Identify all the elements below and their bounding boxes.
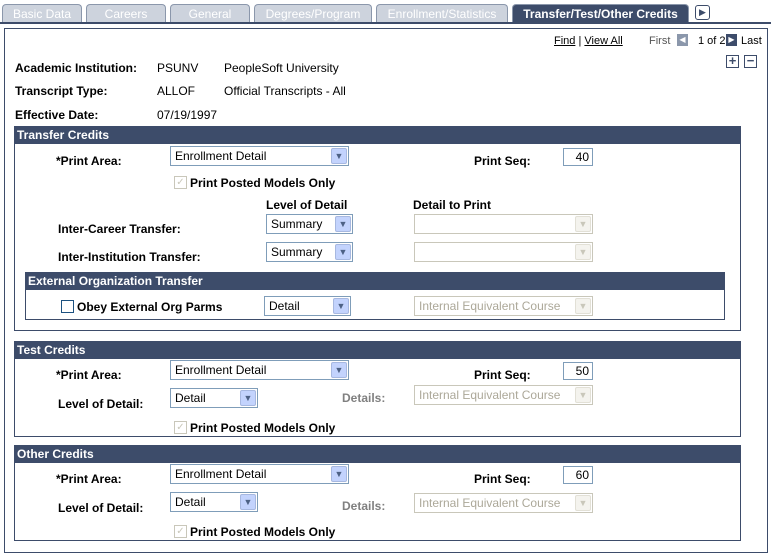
- add-row-icon[interactable]: +: [726, 54, 739, 68]
- nav-separator: |: [578, 35, 582, 47]
- other-posted-models-checkbox[interactable]: ✓: [174, 525, 187, 538]
- test-print-seq-label: Print Seq:: [474, 368, 531, 382]
- transfer-credits-header: Transfer Credits: [15, 127, 740, 144]
- chevron-down-icon: ▼: [335, 216, 351, 232]
- other-details-label: Details:: [342, 499, 386, 513]
- inter-career-label: Inter-Career Transfer:: [58, 222, 181, 236]
- transfer-posted-models-checkbox[interactable]: ✓: [174, 176, 187, 189]
- tab-transfer-test-other-credits[interactable]: Transfer/Test/Other Credits: [512, 4, 689, 23]
- inter-career-detail-select[interactable]: ▼: [414, 214, 593, 234]
- previous-arrow-icon[interactable]: ◀: [677, 34, 688, 46]
- tab-enrollment-statistics[interactable]: Enrollment/Statistics: [376, 4, 508, 23]
- chevron-down-icon: ▼: [240, 494, 256, 510]
- chevron-down-icon: ▼: [331, 362, 347, 378]
- test-details-value: Internal Equivalent Course: [419, 388, 561, 402]
- transfer-print-area-select[interactable]: Enrollment Detail ▼: [170, 146, 349, 166]
- chevron-down-icon: ▼: [575, 387, 591, 403]
- test-print-area-select[interactable]: Enrollment Detail ▼: [170, 360, 349, 380]
- inter-career-level-select[interactable]: Summary ▼: [266, 214, 353, 234]
- tab-scroll-right-icon[interactable]: ▶: [695, 5, 710, 20]
- test-print-area-label: *Print Area:: [56, 368, 122, 382]
- test-posted-models-label: Print Posted Models Only: [190, 421, 336, 435]
- other-print-seq-label: Print Seq:: [474, 472, 531, 486]
- other-credits-section: Other Credits: [14, 445, 741, 541]
- external-org-level-select[interactable]: Detail ▼: [264, 296, 351, 316]
- tab-underline: [0, 22, 771, 24]
- other-level-label: Level of Detail:: [58, 501, 144, 515]
- test-credits-header: Test Credits: [15, 342, 740, 359]
- chevron-down-icon: ▼: [335, 244, 351, 260]
- level-of-detail-header: Level of Detail: [266, 198, 348, 212]
- chevron-down-icon: ▼: [333, 298, 349, 314]
- other-details-value: Internal Equivalent Course: [419, 496, 561, 510]
- other-level-value: Detail: [175, 495, 206, 509]
- transfer-print-seq-label: Print Seq:: [474, 154, 531, 168]
- inter-institution-label: Inter-Institution Transfer:: [58, 250, 201, 264]
- other-posted-models-label: Print Posted Models Only: [190, 525, 336, 539]
- inter-career-level-value: Summary: [271, 217, 323, 231]
- transfer-print-seq-input[interactable]: 40: [563, 148, 593, 166]
- inter-institution-detail-select[interactable]: ▼: [414, 242, 593, 262]
- find-link[interactable]: Find: [554, 35, 575, 47]
- academic-institution-code: PSUNV: [157, 61, 199, 75]
- last-link[interactable]: Last: [741, 35, 762, 47]
- view-all-link[interactable]: View All: [584, 35, 622, 47]
- chevron-down-icon: ▼: [331, 148, 347, 164]
- transcript-type-code: ALLOF: [157, 84, 196, 98]
- other-print-seq-input[interactable]: 60: [563, 466, 593, 484]
- other-print-area-label: *Print Area:: [56, 472, 122, 486]
- external-org-level-value: Detail: [269, 299, 300, 313]
- other-print-area-value: Enrollment Detail: [175, 467, 267, 481]
- transfer-posted-models-label: Print Posted Models Only: [190, 176, 336, 190]
- inter-institution-level-value: Summary: [271, 245, 323, 259]
- external-org-detail-value: Internal Equivalent Course: [419, 299, 561, 313]
- chevron-down-icon: ▼: [575, 244, 591, 260]
- chevron-down-icon: ▼: [240, 390, 256, 406]
- chevron-down-icon: ▼: [331, 466, 347, 482]
- test-level-value: Detail: [175, 391, 206, 405]
- test-details-select[interactable]: Internal Equivalent Course ▼: [414, 385, 593, 405]
- transcript-type-label: Transcript Type:: [15, 84, 108, 98]
- tab-general[interactable]: General: [170, 4, 250, 23]
- obey-external-org-label: Obey External Org Parms: [77, 300, 223, 314]
- tab-basic-data[interactable]: Basic Data: [2, 4, 82, 23]
- test-print-seq-input[interactable]: 50: [563, 362, 593, 380]
- inter-institution-level-select[interactable]: Summary ▼: [266, 242, 353, 262]
- external-org-header: External Organization Transfer: [26, 273, 724, 290]
- page-indicator: 1 of 2: [698, 35, 726, 47]
- delete-row-icon[interactable]: −: [744, 54, 757, 68]
- transfer-print-area-value: Enrollment Detail: [175, 149, 267, 163]
- detail-to-print-header: Detail to Print: [413, 198, 492, 212]
- academic-institution-label: Academic Institution:: [15, 61, 138, 75]
- test-print-area-value: Enrollment Detail: [175, 363, 267, 377]
- chevron-down-icon: ▼: [575, 216, 591, 232]
- nav-links: Find | View All: [554, 35, 623, 47]
- external-org-detail-select[interactable]: Internal Equivalent Course ▼: [414, 296, 593, 316]
- other-print-area-select[interactable]: Enrollment Detail ▼: [170, 464, 349, 484]
- chevron-down-icon: ▼: [575, 298, 591, 314]
- transfer-print-area-label: *Print Area:: [56, 154, 122, 168]
- first-link[interactable]: First: [649, 35, 670, 47]
- test-details-label: Details:: [342, 391, 386, 405]
- other-details-select[interactable]: Internal Equivalent Course ▼: [414, 493, 593, 513]
- chevron-down-icon: ▼: [575, 495, 591, 511]
- other-level-select[interactable]: Detail ▼: [170, 492, 258, 512]
- transcript-type-name: Official Transcripts - All: [224, 84, 346, 98]
- test-level-label: Level of Detail:: [58, 397, 144, 411]
- next-arrow-icon[interactable]: ▶: [726, 34, 737, 46]
- test-posted-models-checkbox[interactable]: ✓: [174, 421, 187, 434]
- test-credits-section: Test Credits: [14, 341, 741, 437]
- effective-date-label: Effective Date:: [15, 108, 99, 122]
- effective-date-value: 07/19/1997: [157, 108, 218, 122]
- tab-careers[interactable]: Careers: [86, 4, 166, 23]
- other-credits-header: Other Credits: [15, 446, 740, 463]
- test-level-select[interactable]: Detail ▼: [170, 388, 258, 408]
- academic-institution-name: PeopleSoft University: [224, 61, 339, 75]
- obey-external-org-checkbox[interactable]: [61, 300, 74, 313]
- tab-degrees-program[interactable]: Degrees/Program: [254, 4, 372, 23]
